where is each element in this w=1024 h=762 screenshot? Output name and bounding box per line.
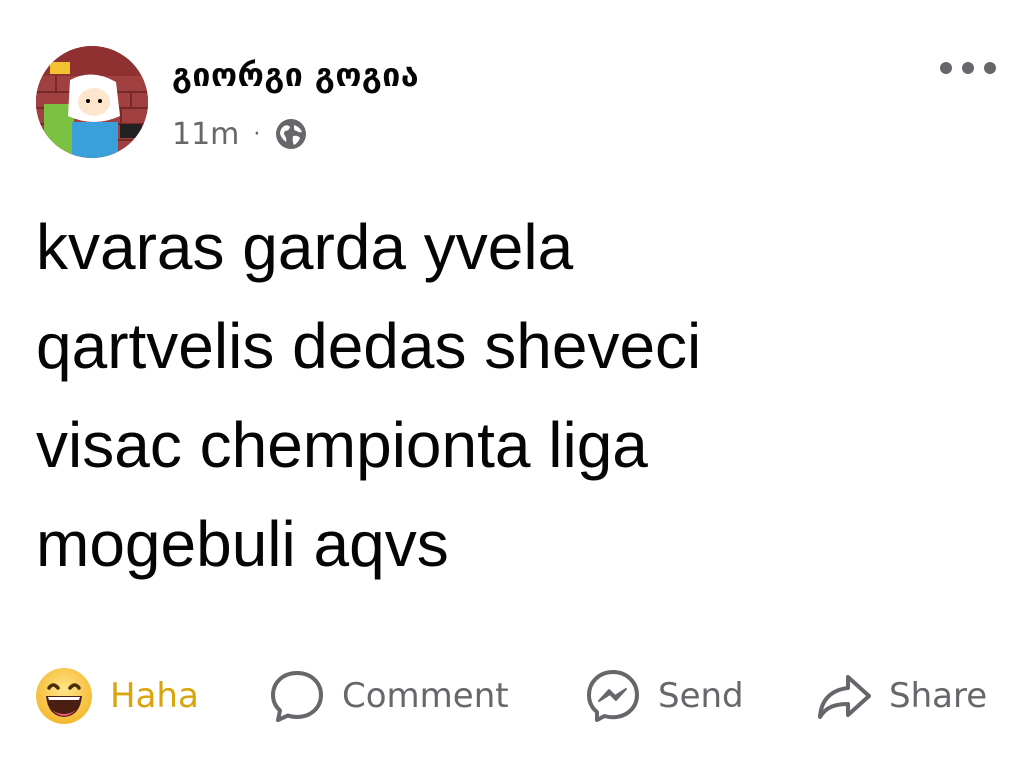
post-timestamp[interactable]: 11m	[172, 117, 239, 152]
comment-label: Comment	[342, 676, 509, 716]
comment-button[interactable]: Comment	[268, 660, 509, 732]
messenger-icon	[587, 670, 639, 722]
share-arrow-icon	[818, 675, 871, 719]
haha-emoji-icon	[36, 668, 92, 724]
post-meta: 11m ·	[172, 114, 308, 154]
post-card: გიორგი გოგია 11m · kvaras garda yvela qa…	[0, 0, 1024, 762]
post-body: kvaras garda yvela qartvelis dedas sheve…	[36, 198, 996, 594]
post-text-line: mogebuli aqvs	[36, 508, 449, 580]
meta-separator: ·	[253, 121, 261, 147]
haha-label: Haha	[110, 676, 199, 716]
share-button[interactable]: Share	[815, 660, 987, 732]
more-dot-icon	[962, 62, 974, 74]
more-dot-icon	[940, 62, 952, 74]
author-name[interactable]: გიორგი გოგია	[172, 56, 419, 94]
share-label: Share	[889, 676, 988, 716]
post-text-line: kvaras garda yvela	[36, 211, 574, 283]
more-dot-icon	[984, 62, 996, 74]
send-button[interactable]: Send	[584, 660, 744, 732]
post-text-line: qartvelis dedas sheveci	[36, 310, 702, 382]
comment-icon	[271, 671, 323, 722]
post-text-line: visac chempionta liga	[36, 409, 648, 481]
send-label: Send	[658, 676, 744, 716]
globe-icon[interactable]	[274, 117, 308, 151]
haha-reaction-button[interactable]: Haha	[34, 660, 199, 732]
avatar[interactable]	[36, 46, 148, 158]
action-bar: Haha Comment Send Share	[0, 660, 1024, 732]
avatar-image	[36, 46, 148, 158]
more-options-button[interactable]	[940, 56, 996, 80]
